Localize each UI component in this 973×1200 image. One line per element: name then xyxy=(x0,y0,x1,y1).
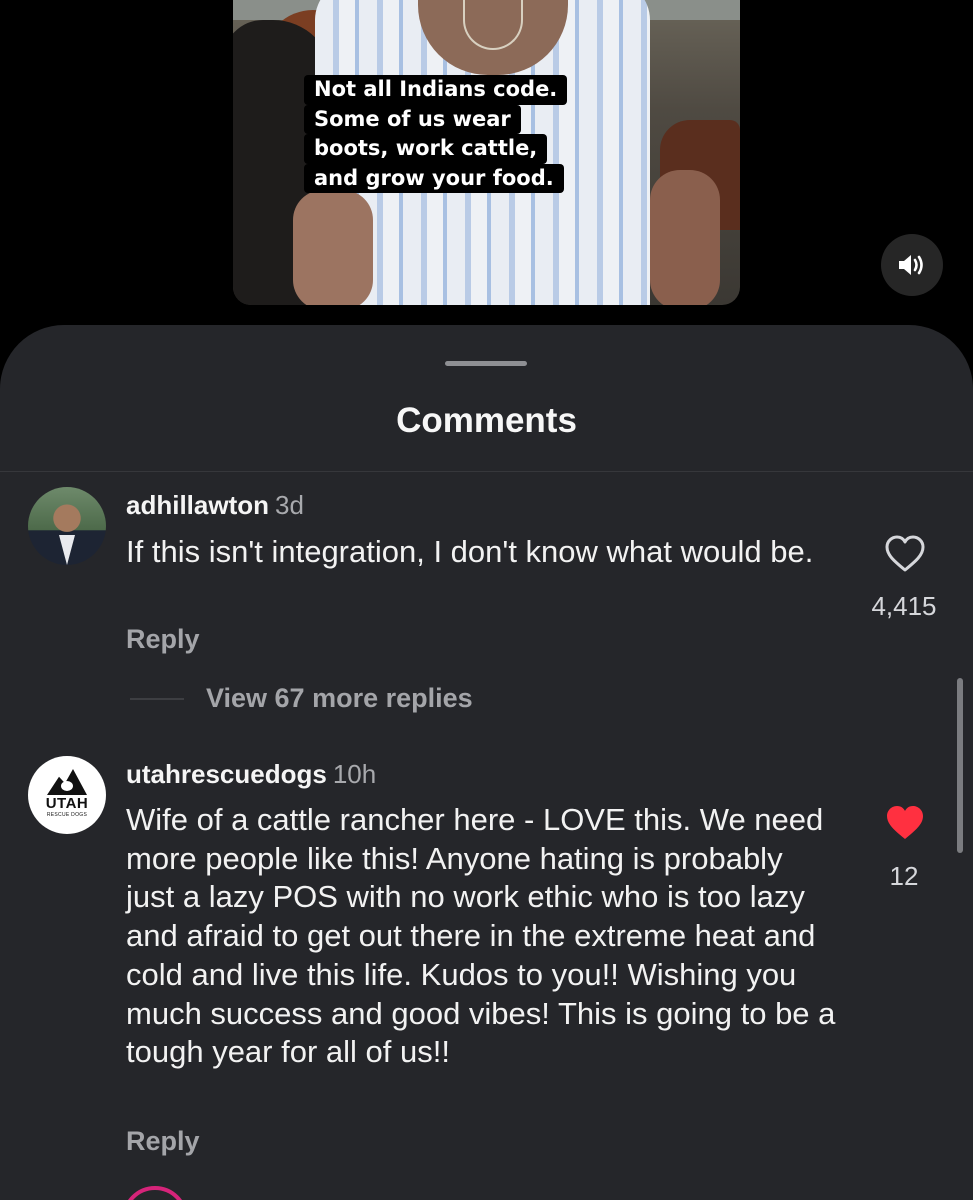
sheet-title: Comments xyxy=(396,401,577,440)
reply-button[interactable]: Reply xyxy=(126,1126,200,1157)
heart-filled-icon[interactable] xyxy=(884,803,926,843)
comment-text: Wife of a cattle rancher here - LOVE thi… xyxy=(126,802,836,1070)
view-more-replies-button[interactable]: View 67 more replies xyxy=(206,683,473,714)
next-comment-partial xyxy=(0,1180,973,1200)
logo-subtext: RESCUE DOGS xyxy=(46,812,88,818)
like-count: 12 xyxy=(889,861,919,891)
logo-word: UTAH xyxy=(45,795,89,812)
utah-logo: UTAH RESCUE DOGS xyxy=(37,765,97,825)
divider xyxy=(0,471,973,472)
caption-line: Some of us wear xyxy=(304,104,521,134)
caption-line: boots, work cattle, xyxy=(304,134,548,164)
username-text[interactable]: utahrescuedogs xyxy=(126,759,327,789)
sheet-grabber[interactable] xyxy=(445,361,527,366)
like-count: 4,415 xyxy=(871,591,937,621)
screen: Not all Indians code. Some of us wear bo… xyxy=(0,0,973,1200)
replies-line xyxy=(130,698,184,700)
video-player[interactable]: Not all Indians code. Some of us wear bo… xyxy=(233,0,740,305)
scrollbar[interactable] xyxy=(957,678,963,853)
paw-icon xyxy=(61,781,73,791)
avatar-shirt xyxy=(59,535,75,565)
comment-username[interactable]: utahrescuedogs 10h xyxy=(126,759,376,790)
mute-button[interactable] xyxy=(881,234,943,296)
comment-time: 10h xyxy=(332,759,377,789)
comment-time: 3d xyxy=(275,490,304,520)
avatar[interactable] xyxy=(28,487,106,565)
video-caption: Not all Indians code. Some of us wear bo… xyxy=(304,75,568,193)
reply-button[interactable]: Reply xyxy=(126,624,200,655)
avatar-story-ring[interactable] xyxy=(122,1186,188,1200)
video-arm xyxy=(650,170,720,305)
comment-username[interactable]: adhillawton 3d xyxy=(126,490,304,521)
caption-line: and grow your food. xyxy=(304,163,564,193)
caption-line: Not all Indians code. xyxy=(304,75,568,105)
comment-text: If this isn't integration, I don't know … xyxy=(126,534,814,569)
video-arm xyxy=(293,190,373,305)
avatar[interactable]: UTAH RESCUE DOGS xyxy=(28,756,106,834)
speaker-icon xyxy=(899,255,923,275)
username-text[interactable]: adhillawton xyxy=(126,490,269,520)
heart-outline-icon[interactable] xyxy=(884,534,926,574)
